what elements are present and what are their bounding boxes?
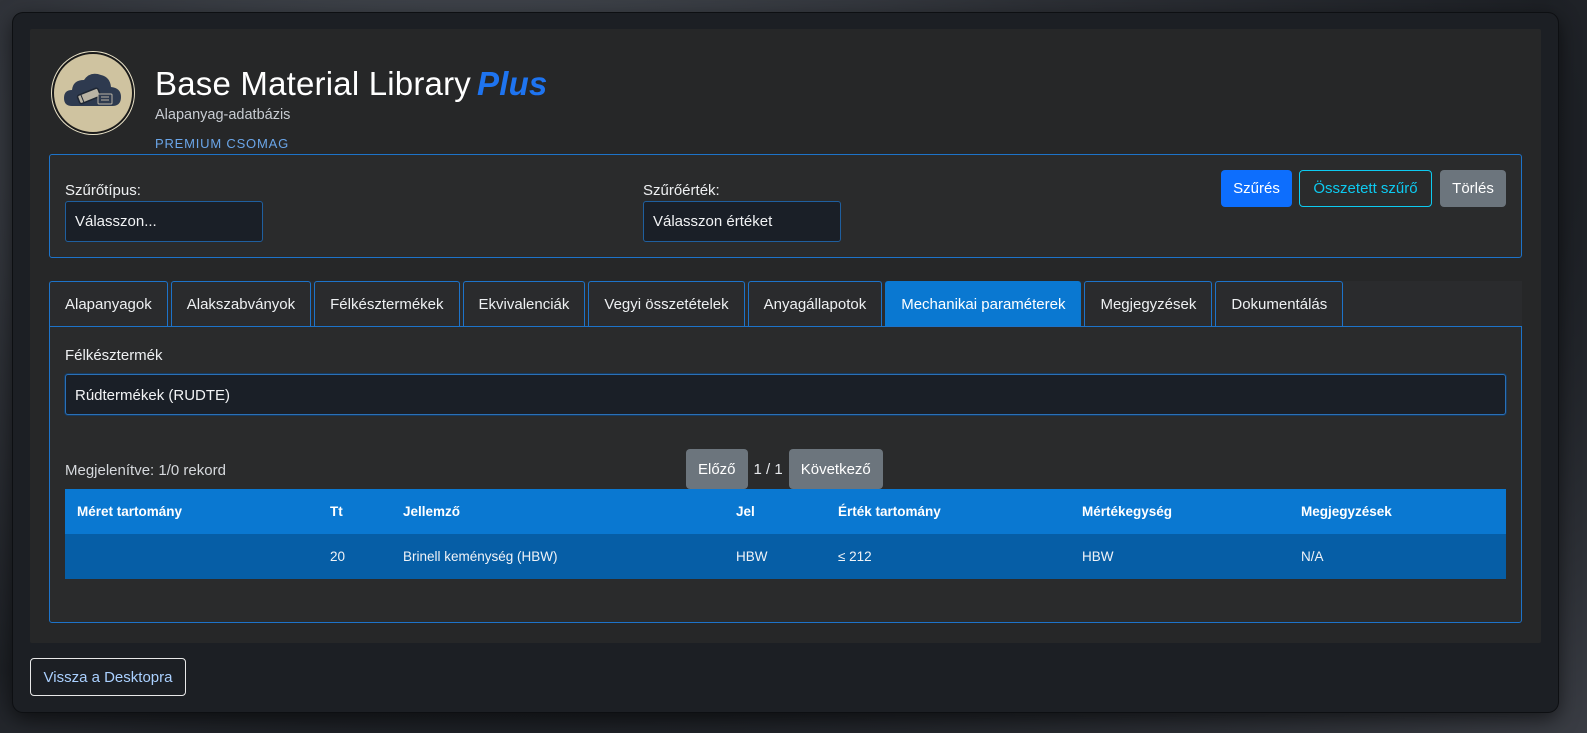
- page-info: 1 / 1: [753, 460, 783, 478]
- clear-button[interactable]: Törlés: [1440, 170, 1506, 207]
- package-label: PREMIUM CSOMAG: [155, 136, 289, 151]
- cell-jellemzo: Brinell keménység (HBW): [391, 534, 724, 579]
- product-select[interactable]: Rúdtermékek (RUDTE): [65, 374, 1506, 415]
- col-header-jel[interactable]: Jel: [724, 489, 826, 534]
- cloud-database-icon: [64, 73, 121, 106]
- prev-page-button[interactable]: Előző: [686, 449, 748, 489]
- filter-button[interactable]: Szűrés: [1221, 170, 1292, 207]
- col-header-tt[interactable]: Tt: [318, 489, 391, 534]
- tab-content-panel: Félkésztermék Rúdtermékek (RUDTE) Megjel…: [49, 326, 1522, 623]
- col-header-meret[interactable]: Méret tartomány: [65, 489, 318, 534]
- cell-ertek: ≤ 212: [826, 534, 1070, 579]
- filter-panel: Szűrőtípus: Válasszon... Szűrőérték: Vál…: [49, 154, 1522, 258]
- product-label: Félkésztermék: [65, 347, 163, 364]
- app-title: Base Material Library Plus: [155, 65, 548, 103]
- records-count: Megjelenítve: 1/0 rekord: [65, 462, 226, 479]
- col-header-ertek[interactable]: Érték tartomány: [826, 489, 1070, 534]
- tab-dokumentalas[interactable]: Dokumentálás: [1215, 281, 1344, 326]
- table-header-row: Méret tartomány Tt Jellemző Jel Érték ta…: [65, 489, 1506, 534]
- col-header-megjegyzesek[interactable]: Megjegyzések: [1289, 489, 1506, 534]
- filter-type-select[interactable]: Válasszon...: [65, 201, 263, 242]
- mechanical-params-table: Méret tartomány Tt Jellemző Jel Érték ta…: [65, 489, 1506, 579]
- cell-jel: HBW: [724, 534, 826, 579]
- tab-ekvivalenciak[interactable]: Ekvivalenciák: [462, 281, 586, 326]
- tab-bar: Alapanyagok Alakszabványok Félkésztermék…: [49, 281, 1522, 327]
- compound-filter-button[interactable]: Összetett szűrő: [1299, 170, 1432, 207]
- cell-tt: 20: [318, 534, 391, 579]
- cell-megjegyzesek: N/A: [1289, 534, 1506, 579]
- app-subtitle: Alapanyag-adatbázis: [155, 107, 291, 123]
- cell-mertekegyseg: HBW: [1070, 534, 1289, 579]
- tab-mechanikai-parameterek[interactable]: Mechanikai paraméterek: [885, 281, 1082, 326]
- title-main: Base Material Library: [155, 65, 471, 102]
- tab-vegyi-osszetetelek[interactable]: Vegyi összetételek: [588, 281, 745, 326]
- filter-type-label: Szűrőtípus:: [65, 182, 141, 199]
- table-row[interactable]: 20 Brinell keménység (HBW) HBW ≤ 212 HBW…: [65, 534, 1506, 579]
- back-to-desktop-button[interactable]: Vissza a Desktopra: [30, 658, 186, 696]
- app-logo: [52, 52, 134, 134]
- tab-alapanyagok[interactable]: Alapanyagok: [49, 281, 168, 326]
- tab-megjegyzesek[interactable]: Megjegyzések: [1084, 281, 1213, 326]
- tab-anyagallapotok[interactable]: Anyagállapotok: [747, 281, 883, 326]
- cell-meret: [65, 534, 318, 579]
- pagination: Előző 1 / 1 Következő: [686, 449, 883, 489]
- next-page-button[interactable]: Következő: [788, 449, 883, 489]
- main-card: Base Material Library Plus Alapanyag-adat…: [30, 29, 1541, 643]
- filter-value-select[interactable]: Válasszon értéket: [643, 201, 841, 242]
- col-header-mertekegyseg[interactable]: Mértékegység: [1070, 489, 1289, 534]
- filter-value-label: Szűrőérték:: [643, 182, 720, 199]
- app-window: Base Material Library Plus Alapanyag-adat…: [13, 13, 1558, 712]
- tab-felkesztermekek[interactable]: Félkésztermékek: [314, 281, 460, 326]
- tab-alakszabvanyok[interactable]: Alakszabványok: [170, 281, 312, 326]
- title-accent: Plus: [477, 65, 548, 102]
- col-header-jellemzo[interactable]: Jellemző: [391, 489, 724, 534]
